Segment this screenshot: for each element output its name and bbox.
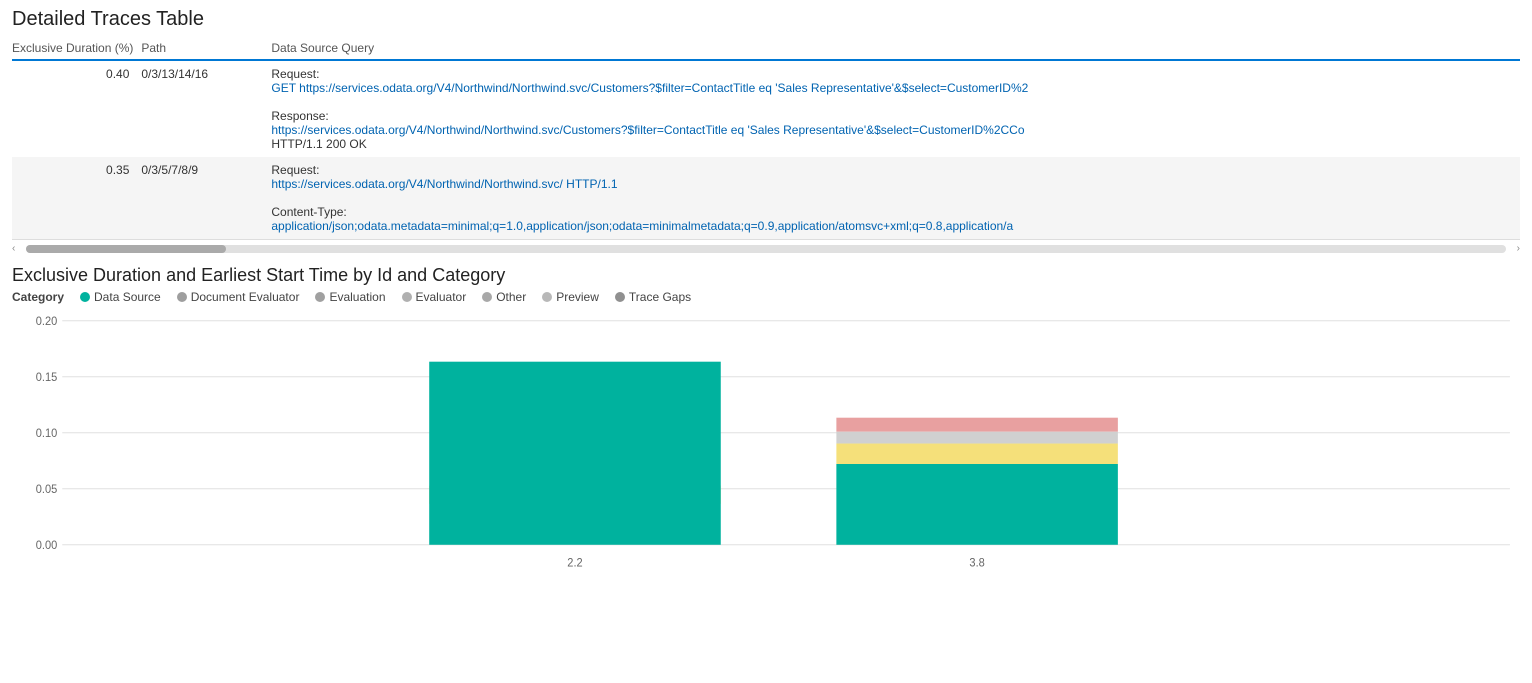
legend-dot — [542, 292, 552, 302]
chart-area: 0.20 0.15 0.10 0.05 0.00 2.2 3.8 — [12, 310, 1520, 590]
legend-item-label: Other — [496, 290, 526, 304]
query-link-1[interactable]: https://services.odata.org/V4/Northwind/… — [271, 177, 617, 191]
legend-item-label: Preview — [556, 290, 599, 304]
cell-path: 0/3/5/7/8/9 — [141, 157, 271, 239]
query-line-1: https://services.odata.org/V4/Northwind/… — [271, 177, 1512, 191]
scroll-track[interactable] — [26, 245, 1506, 253]
legend-item: Evaluation — [315, 290, 385, 304]
legend-items: Data Source Document Evaluator Evaluation E… — [80, 290, 691, 304]
legend-dot — [315, 292, 325, 302]
response-label: Content-Type: — [271, 205, 1512, 219]
table-title: Detailed Traces Table — [12, 8, 1520, 31]
svg-text:0.10: 0.10 — [36, 428, 57, 440]
legend-item-label: Evaluator — [416, 290, 467, 304]
col-header-query: Data Source Query — [271, 37, 1520, 60]
cell-path: 0/3/13/14/16 — [141, 60, 271, 157]
svg-text:0.20: 0.20 — [36, 316, 57, 328]
legend-dot — [177, 292, 187, 302]
scroll-right-arrow[interactable]: › — [1517, 243, 1520, 254]
col-header-path: Path — [141, 37, 271, 60]
legend-item-label: Trace Gaps — [629, 290, 691, 304]
traces-table: Exclusive Duration (%) Path Data Source … — [12, 37, 1520, 239]
query-link-2[interactable]: application/json;odata.metadata=minimal;… — [271, 219, 1013, 233]
legend-item: Preview — [542, 290, 599, 304]
legend-item: Document Evaluator — [177, 290, 300, 304]
cell-query: Request:https://services.odata.org/V4/No… — [271, 157, 1520, 239]
legend-dot — [402, 292, 412, 302]
query-line-3: HTTP/1.1 200 OK — [271, 137, 1512, 151]
legend-dot — [80, 292, 90, 302]
scroll-left-arrow[interactable]: ‹ — [12, 243, 15, 254]
chart-section: Exclusive Duration and Earliest Start Ti… — [0, 257, 1532, 590]
query-label: Request: — [271, 163, 1512, 177]
svg-text:0.00: 0.00 — [36, 540, 57, 552]
bar-chart: 0.20 0.15 0.10 0.05 0.00 2.2 3.8 — [12, 310, 1520, 590]
legend-item-label: Evaluation — [329, 290, 385, 304]
cell-query: Request:GET https://services.odata.org/V… — [271, 60, 1520, 157]
query-link-2[interactable]: https://services.odata.org/V4/Northwind/… — [271, 123, 1024, 137]
svg-text:2.2: 2.2 — [567, 557, 582, 569]
cell-duration: 0.35 — [12, 157, 141, 239]
legend-item-label: Document Evaluator — [191, 290, 300, 304]
legend-item: Other — [482, 290, 526, 304]
table-section: Detailed Traces Table Exclusive Duration… — [0, 0, 1532, 239]
table-row: 0.400/3/13/14/16Request:GET https://serv… — [12, 60, 1520, 157]
svg-text:0.15: 0.15 — [36, 372, 57, 384]
query-label: Request: — [271, 67, 1512, 81]
chart-title: Exclusive Duration and Earliest Start Ti… — [12, 265, 1520, 286]
svg-text:0.05: 0.05 — [36, 484, 57, 496]
query-line-1: GET https://services.odata.org/V4/Northw… — [271, 81, 1512, 95]
query-line-2: application/json;odata.metadata=minimal;… — [271, 219, 1512, 233]
cell-duration: 0.40 — [12, 60, 141, 157]
table-row: 0.350/3/5/7/8/9Request:https://services.… — [12, 157, 1520, 239]
legend-item: Data Source — [80, 290, 161, 304]
legend-dot — [482, 292, 492, 302]
table-header-row: Exclusive Duration (%) Path Data Source … — [12, 37, 1520, 60]
legend-item: Evaluator — [402, 290, 467, 304]
legend-item-label: Data Source — [94, 290, 161, 304]
svg-text:3.8: 3.8 — [969, 557, 984, 569]
query-link-1[interactable]: GET https://services.odata.org/V4/Northw… — [271, 81, 1028, 95]
legend-dot — [615, 292, 625, 302]
col-header-duration: Exclusive Duration (%) — [12, 37, 141, 60]
legend-item: Trace Gaps — [615, 290, 691, 304]
scroll-thumb[interactable] — [26, 245, 226, 253]
legend-category-label: Category — [12, 290, 64, 304]
response-label: Response: — [271, 109, 1512, 123]
legend-row: Category Data Source Document Evaluator Ev… — [12, 290, 1520, 304]
horizontal-scrollbar[interactable]: ‹ › — [12, 239, 1520, 257]
query-line-2: https://services.odata.org/V4/Northwind/… — [271, 123, 1512, 137]
